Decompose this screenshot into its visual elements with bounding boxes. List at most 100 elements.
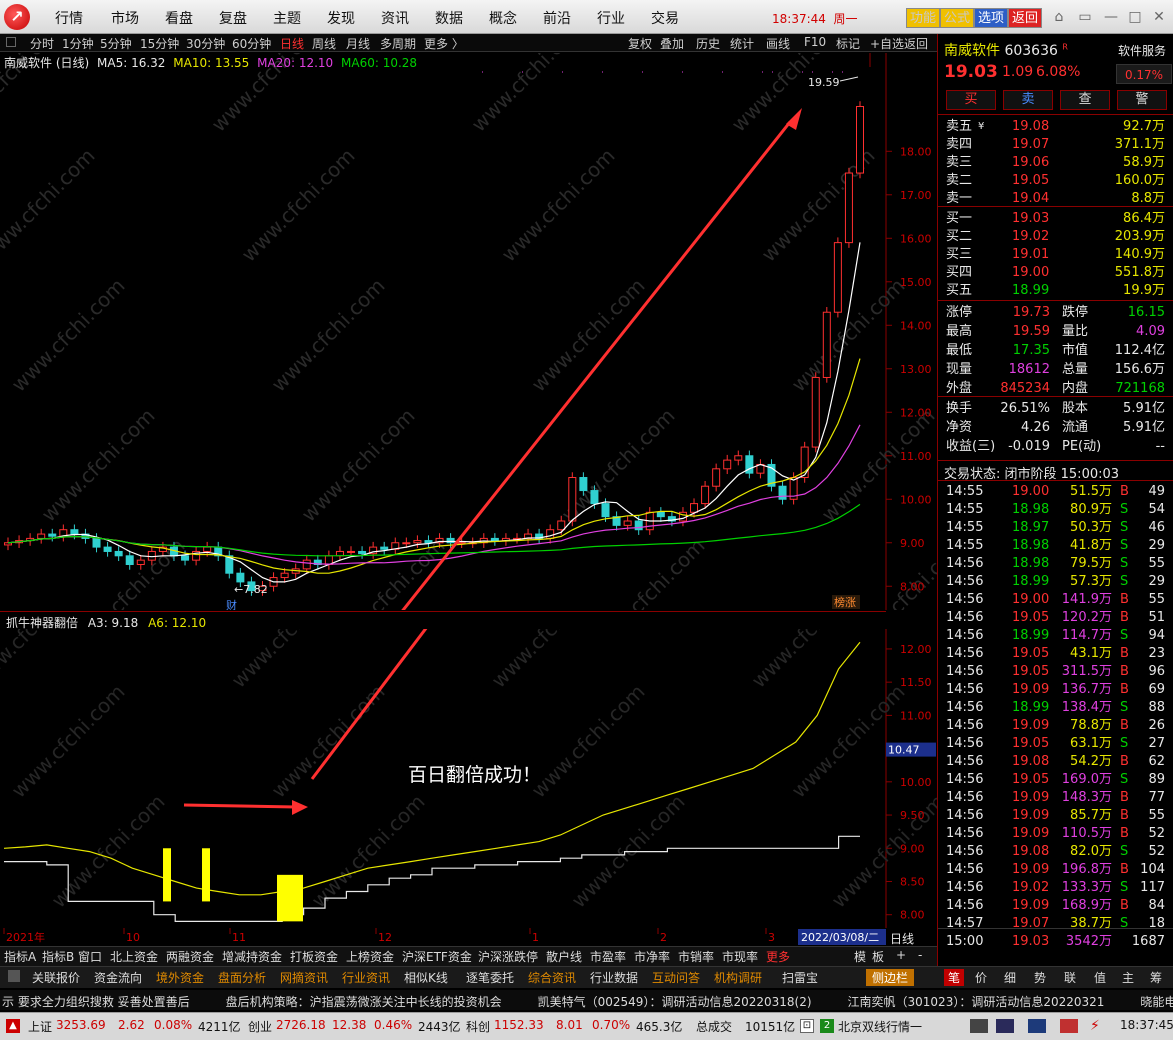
toolbar-action-5[interactable]: F10 [804, 35, 826, 49]
side-tab-0[interactable]: 笔 [944, 969, 965, 986]
menu-item-6[interactable]: 资讯 [381, 8, 409, 28]
trade-action-3[interactable]: 警 [1117, 90, 1167, 110]
feed-number-icon[interactable]: 2 [820, 1019, 834, 1033]
bottom-tab-2[interactable]: 境外资金 [156, 969, 204, 986]
menu-item-7[interactable]: 数据 [435, 8, 463, 28]
menu-item-0[interactable]: 行情 [55, 8, 83, 28]
bottom-tab-6[interactable]: 相似K线 [404, 969, 448, 986]
bottom-tab-11[interactable]: 机构调研 [714, 969, 762, 986]
bottom-tab-7[interactable]: 逐笔委托 [466, 969, 514, 986]
indicator-tab-2[interactable]: 窗口 [78, 948, 102, 965]
trade-action-2[interactable]: 查 [1060, 90, 1110, 110]
ask-price[interactable]: 19.05 [1012, 172, 1049, 190]
period-tab-0[interactable]: 分时 [30, 35, 54, 52]
panel-tool-3[interactable]: - [918, 948, 922, 962]
expand-icon[interactable] [6, 37, 16, 47]
indicator-tab-1[interactable]: 指标B [42, 948, 74, 965]
side-tab-1[interactable]: 价 [975, 969, 987, 986]
bottom-tab-8[interactable]: 综合资讯 [528, 969, 576, 986]
toolbar-action-3[interactable]: 统计 [730, 35, 754, 52]
period-tab-2[interactable]: 5分钟 [100, 35, 132, 52]
sub-indicator-name[interactable]: 抓牛神器翻倍 [6, 616, 78, 630]
bottom-tab-1[interactable]: 资金流向 [94, 969, 142, 986]
maximize-icon[interactable]: □ [1124, 7, 1146, 27]
side-tab-2[interactable]: 细 [1004, 969, 1016, 986]
bottom-tab-12[interactable]: 扫雷宝 [782, 969, 818, 986]
indicator-tab-5[interactable]: 增减持资金 [222, 948, 282, 965]
menu-item-10[interactable]: 行业 [597, 8, 625, 28]
period-tab-7[interactable]: 周线 [312, 35, 336, 52]
bottom-tab-0[interactable]: 关联报价 [32, 969, 80, 986]
side-tab-6[interactable]: 主 [1122, 969, 1134, 986]
menu-item-8[interactable]: 概念 [489, 8, 517, 28]
menu-item-5[interactable]: 发现 [327, 8, 355, 28]
minimize-icon[interactable]: — [1100, 7, 1122, 27]
alert-icon[interactable]: ⊡ [800, 1019, 814, 1033]
menu-item-3[interactable]: 复盘 [219, 8, 247, 28]
function-button[interactable]: 功能 [906, 8, 941, 28]
indicator-tab-10[interactable]: 散户线 [546, 948, 582, 965]
flash-icon[interactable]: ⚡ [1090, 1018, 1100, 1034]
menu-item-1[interactable]: 市场 [111, 8, 139, 28]
indicator-tab-13[interactable]: 市销率 [678, 948, 714, 965]
indicator-tab-8[interactable]: 沪深ETF资金 [402, 948, 472, 965]
toolbar-action-1[interactable]: 叠加 [660, 35, 684, 52]
bid-price[interactable]: 18.99 [1012, 282, 1049, 300]
indicator-tab-7[interactable]: 上榜资金 [346, 948, 394, 965]
indicator-tab-9[interactable]: 沪深涨跌停 [478, 948, 538, 965]
side-tab-5[interactable]: 值 [1094, 969, 1106, 986]
sector-name[interactable]: 软件服务 [1118, 42, 1166, 59]
panel-tool-0[interactable]: 模 [854, 948, 866, 965]
side-tab-3[interactable]: 势 [1034, 969, 1046, 986]
bottom-tab-13[interactable]: 侧边栏 [866, 969, 915, 986]
app-logo-icon[interactable]: ↗ [4, 4, 30, 30]
indicator-tab-0[interactable]: 指标A [4, 948, 36, 965]
toolbar-action-4[interactable]: 画线 [766, 35, 790, 52]
period-tab-6[interactable]: 日线 [280, 35, 304, 52]
kline-chart[interactable]: www.cfchi.com www.cfchi.com www.cfchi.com w… [0, 53, 937, 610]
side-tab-7[interactable]: 筹 [1150, 969, 1162, 986]
period-tab-8[interactable]: 月线 [346, 35, 370, 52]
indicator-tab-3[interactable]: 北上资金 [110, 948, 158, 965]
bid-price[interactable]: 19.03 [1012, 210, 1049, 228]
indicator-tab-6[interactable]: 打板资金 [290, 948, 338, 965]
ask-price[interactable]: 19.08 [1012, 118, 1049, 136]
trade-action-0[interactable]: 买 [946, 90, 996, 110]
status-logo-icon[interactable]: ▲ [6, 1019, 20, 1033]
panel-tool-2[interactable]: + [896, 948, 906, 962]
trade-action-1[interactable]: 卖 [1003, 90, 1053, 110]
period-tab-9[interactable]: 多周期 [380, 35, 416, 52]
menu-item-4[interactable]: 主题 [273, 8, 301, 28]
indicator-tab-12[interactable]: 市净率 [634, 948, 670, 965]
screen-icon[interactable] [1028, 1019, 1046, 1033]
side-tab-4[interactable]: 联 [1064, 969, 1076, 986]
bid-price[interactable]: 19.02 [1012, 228, 1049, 246]
formula-button[interactable]: 公式 [940, 8, 975, 28]
period-tab-4[interactable]: 30分钟 [186, 35, 225, 52]
period-tab-10[interactable]: 更多 〉 [424, 35, 464, 52]
period-tab-5[interactable]: 60分钟 [232, 35, 271, 52]
news-ticker[interactable]: 示 要求全力组织搜救 妥善处置善后 盘后机构策略：沪指震荡微涨关注中长线的投资机… [0, 990, 1173, 1010]
feed-label[interactable]: 北京双线行情一 [838, 1018, 922, 1035]
window-restore-icon[interactable]: ▭ [1074, 7, 1096, 27]
close-icon[interactable]: ✕ [1148, 7, 1170, 27]
grid-icon[interactable] [970, 1019, 988, 1033]
indicator-tab-15[interactable]: 更多 [766, 948, 790, 965]
mail-icon[interactable] [1060, 1019, 1078, 1033]
period-tab-1[interactable]: 1分钟 [62, 35, 94, 52]
indicator-tab-14[interactable]: 市现率 [722, 948, 758, 965]
monitor-icon[interactable] [996, 1019, 1014, 1033]
bid-price[interactable]: 19.01 [1012, 246, 1049, 264]
period-tab-3[interactable]: 15分钟 [140, 35, 179, 52]
period-tab-day[interactable]: 日线 [890, 930, 914, 947]
bid-price[interactable]: 19.00 [1012, 264, 1049, 282]
ask-price[interactable]: 19.07 [1012, 136, 1049, 154]
toolbar-action-2[interactable]: 历史 [696, 35, 720, 52]
return-button[interactable]: 返回 [1008, 8, 1043, 28]
toolbar-action-0[interactable]: 复权 [628, 35, 652, 52]
indicator-tab-4[interactable]: 两融资金 [166, 948, 214, 965]
skin-icon[interactable]: ⌂ [1048, 7, 1070, 27]
menu-item-11[interactable]: 交易 [651, 8, 679, 28]
toolbar-action-6[interactable]: 标记 [836, 35, 860, 52]
bottom-tab-5[interactable]: 行业资讯 [342, 969, 390, 986]
